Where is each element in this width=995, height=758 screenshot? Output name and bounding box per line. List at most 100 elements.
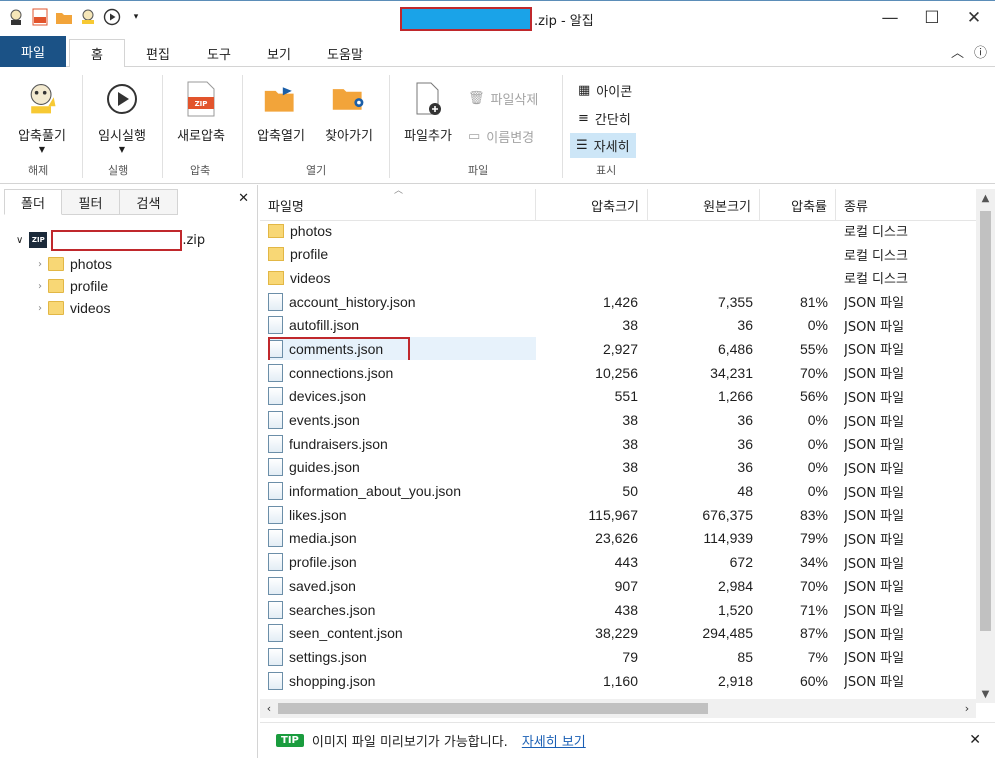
type-cell: JSON 파일 bbox=[844, 580, 905, 596]
column-header-ratio[interactable]: 압축률 bbox=[760, 189, 836, 221]
alzip-logo-icon[interactable] bbox=[6, 7, 26, 27]
tab-home[interactable]: 홈 bbox=[69, 39, 125, 68]
table-row[interactable]: photos 로컬 디스크 bbox=[260, 219, 976, 243]
tab-file[interactable]: 파일 bbox=[0, 36, 66, 67]
collapse-ribbon-icon[interactable]: ︿ bbox=[951, 42, 964, 61]
extract-button[interactable]: 압축풀기 ▼ bbox=[10, 81, 74, 154]
table-row[interactable]: seen_content.json 38,229 294,485 87% JSON 파일 bbox=[260, 622, 976, 646]
type-cell: JSON 파일 bbox=[844, 367, 905, 383]
close-pane-icon[interactable]: ✕ bbox=[238, 191, 249, 206]
group-label-file: 파일 bbox=[468, 164, 489, 177]
temp-run-button[interactable]: 임시실행 ▼ bbox=[90, 81, 154, 154]
json-file-icon bbox=[268, 363, 283, 382]
minimize-button[interactable]: — bbox=[869, 1, 911, 35]
extract-icon[interactable] bbox=[78, 7, 98, 27]
scroll-thumb[interactable] bbox=[980, 211, 991, 631]
tab-edit[interactable]: 편집 bbox=[130, 39, 186, 67]
scroll-thumb[interactable] bbox=[278, 703, 708, 714]
original-size-cell: 85 bbox=[737, 648, 753, 665]
file-name-cell: searches.json bbox=[268, 598, 536, 621]
add-file-button[interactable]: 파일추가 bbox=[396, 81, 460, 144]
file-name-cell: comments.json bbox=[268, 337, 536, 361]
original-size-cell bbox=[648, 219, 753, 242]
scroll-right-icon[interactable]: › bbox=[958, 699, 976, 718]
view-detail-button[interactable]: ☰ 자세히 bbox=[570, 133, 636, 158]
type-cell: JSON 파일 bbox=[844, 651, 905, 667]
type-cell: 로컬 디스크 bbox=[844, 225, 908, 240]
table-row[interactable]: connections.json 10,256 34,231 70% JSON 파일 bbox=[260, 361, 976, 385]
help-icon[interactable]: ⓘ bbox=[974, 42, 987, 61]
column-header-name[interactable]: 파일명 ︿ bbox=[260, 186, 536, 221]
tab-tools[interactable]: 도구 bbox=[191, 39, 247, 67]
tab-help[interactable]: 도움말 bbox=[312, 39, 378, 67]
close-tip-icon[interactable]: ✕ bbox=[969, 732, 981, 748]
delete-file-button[interactable]: 🗑 파일삭제 bbox=[468, 89, 538, 108]
original-size-cell: 36 bbox=[737, 412, 753, 428]
scroll-left-icon[interactable]: ‹ bbox=[260, 699, 278, 718]
maximize-button[interactable]: ☐ bbox=[911, 1, 953, 35]
tip-detail-link[interactable]: 자세히 보기 bbox=[522, 731, 586, 750]
tree-item-videos[interactable]: › videos bbox=[38, 297, 110, 319]
tree-item-photos[interactable]: › photos bbox=[38, 253, 112, 275]
scroll-down-icon[interactable]: ▼ bbox=[976, 685, 995, 703]
table-row[interactable]: likes.json 115,967 676,375 83% JSON 파일 bbox=[260, 503, 976, 527]
table-row[interactable]: events.json 38 36 0% JSON 파일 bbox=[260, 409, 976, 433]
table-row[interactable]: shopping.json 1,160 2,918 60% JSON 파일 bbox=[260, 669, 976, 693]
view-simple-button[interactable]: ≡ 간단히 bbox=[574, 107, 635, 130]
table-row[interactable]: autofill.json 38 36 0% JSON 파일 bbox=[260, 314, 976, 338]
new-zip-button[interactable]: ZIP 새로압축 bbox=[168, 81, 234, 144]
view-icons-button[interactable]: ▦ 아이콘 bbox=[574, 79, 636, 102]
ratio-cell: 79% bbox=[799, 530, 828, 547]
chevron-right-icon[interactable]: › bbox=[38, 303, 42, 314]
ratio-cell bbox=[760, 266, 828, 289]
original-size-cell: 2,984 bbox=[717, 577, 753, 594]
tab-filter[interactable]: 필터 bbox=[62, 189, 120, 215]
table-row[interactable]: saved.json 907 2,984 70% JSON 파일 bbox=[260, 574, 976, 598]
column-header-type[interactable]: 종류 bbox=[836, 189, 976, 221]
open-folder-icon[interactable] bbox=[54, 7, 74, 27]
horizontal-scrollbar[interactable]: ‹ › bbox=[260, 699, 976, 718]
table-row[interactable]: profile.json 443 672 34% JSON 파일 bbox=[260, 551, 976, 575]
window-title: .zip - 알집 bbox=[400, 7, 594, 31]
group-label-compress: 압축 bbox=[190, 164, 211, 177]
chevron-right-icon[interactable]: › bbox=[38, 281, 42, 292]
tab-search[interactable]: 검색 bbox=[120, 189, 178, 215]
new-zip-icon[interactable] bbox=[30, 7, 50, 27]
ribbon-tabs: 파일 홈 편집 도구 보기 도움말 ︿ ⓘ bbox=[0, 36, 995, 68]
table-row[interactable]: media.json 23,626 114,939 79% JSON 파일 bbox=[260, 527, 976, 551]
table-row[interactable]: searches.json 438 1,520 71% JSON 파일 bbox=[260, 598, 976, 622]
play-icon[interactable] bbox=[102, 7, 122, 27]
table-row[interactable]: devices.json 551 1,266 56% JSON 파일 bbox=[260, 385, 976, 409]
rename-button[interactable]: ▭ 이름변경 bbox=[468, 127, 534, 146]
file-name-cell: profile.json bbox=[268, 551, 536, 574]
json-file-icon bbox=[268, 339, 283, 358]
column-header-compressed[interactable]: 압축크기 bbox=[536, 189, 648, 221]
table-row[interactable]: videos 로컬 디스크 bbox=[260, 266, 976, 290]
table-row[interactable]: comments.json 2,927 6,486 55% JSON 파일 bbox=[260, 337, 976, 361]
table-row[interactable]: settings.json 79 85 7% JSON 파일 bbox=[260, 645, 976, 669]
type-cell: JSON 파일 bbox=[844, 319, 905, 335]
find-location-button[interactable]: 찾아가기 bbox=[316, 81, 382, 144]
tree-item-profile[interactable]: › profile bbox=[38, 275, 108, 297]
column-header-original[interactable]: 원본크기 bbox=[648, 189, 760, 221]
table-row[interactable]: fundraisers.json 38 36 0% JSON 파일 bbox=[260, 432, 976, 456]
chevron-down-icon[interactable]: ∨ bbox=[16, 235, 23, 246]
table-row[interactable]: information_about_you.json 50 48 0% JSON 파일 bbox=[260, 480, 976, 504]
customize-qat-icon[interactable]: ▾ bbox=[126, 7, 146, 27]
tree-root[interactable]: ∨ ZIP .zip bbox=[16, 229, 205, 251]
compressed-size-cell: 38 bbox=[622, 459, 638, 476]
table-row[interactable]: account_history.json 1,426 7,355 81% JSON 파일 bbox=[260, 290, 976, 314]
tab-view[interactable]: 보기 bbox=[251, 39, 307, 67]
table-row[interactable]: guides.json 38 36 0% JSON 파일 bbox=[260, 456, 976, 480]
scroll-up-icon[interactable]: ▲ bbox=[976, 189, 995, 207]
open-zip-button[interactable]: 압축열기 bbox=[248, 81, 314, 144]
vertical-scrollbar[interactable]: ▲ ▼ bbox=[976, 189, 995, 703]
tab-folder[interactable]: 폴더 bbox=[4, 189, 62, 215]
svg-text:ZIP: ZIP bbox=[195, 100, 208, 108]
close-button[interactable]: ✕ bbox=[953, 1, 995, 35]
chevron-right-icon[interactable]: › bbox=[38, 259, 42, 270]
table-row[interactable]: profile 로컬 디스크 bbox=[260, 243, 976, 267]
compressed-size-cell: 38 bbox=[622, 317, 638, 334]
compressed-size-cell: 1,426 bbox=[602, 293, 638, 310]
file-name-cell: seen_content.json bbox=[268, 622, 536, 645]
